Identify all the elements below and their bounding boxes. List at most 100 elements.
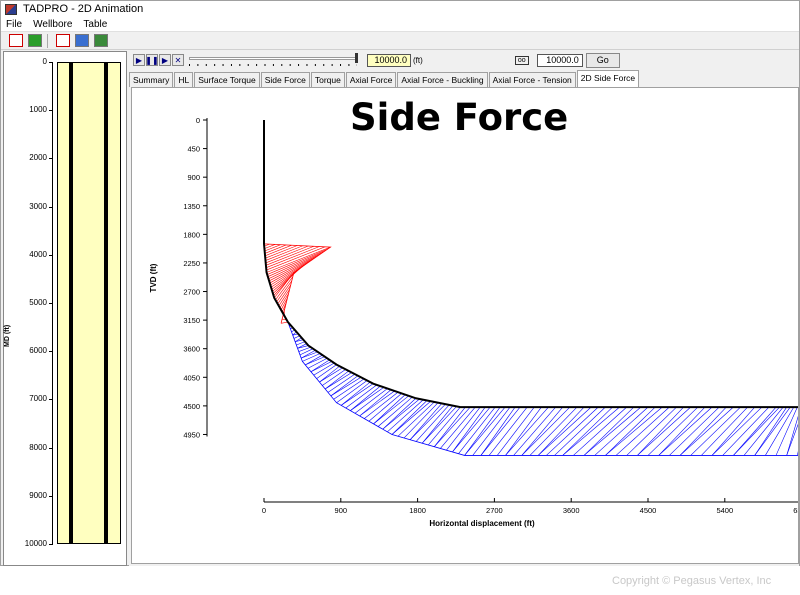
side-force-hatch-blue <box>428 406 461 446</box>
x-tick-label: 4500 <box>640 506 657 515</box>
side-force-hatch-blue <box>464 406 506 456</box>
side-force-hatch-blue <box>319 365 340 383</box>
side-force-hatch-blue <box>333 378 365 400</box>
camera-icon[interactable] <box>75 34 89 47</box>
md-tick-label: 3000 <box>29 201 47 211</box>
y-tick-label: 4950 <box>183 430 200 439</box>
side-force-hatch-blue <box>647 406 698 456</box>
y-tick-label: 450 <box>187 145 200 154</box>
x-tick-label: 0 <box>262 506 266 515</box>
x-tick-label: 5400 <box>716 506 733 515</box>
md-tick-mark <box>49 447 53 449</box>
md-tick-label: 8000 <box>29 442 47 452</box>
side-force-hatch-blue <box>513 406 556 456</box>
side-force-hatch-blue <box>637 406 691 456</box>
side-force-hatch-blue <box>446 406 481 451</box>
md-tick-mark <box>49 62 53 63</box>
tab-axial-force[interactable]: Axial Force <box>345 72 397 87</box>
x-tick-label: 1800 <box>409 506 426 515</box>
app-icon <box>5 3 17 15</box>
side-force-hatch-blue <box>797 451 798 456</box>
units-icon[interactable] <box>56 34 70 47</box>
step-back-button[interactable]: ▶ <box>133 54 145 66</box>
md-tick-label: 10000 <box>24 539 47 548</box>
slider-thumb[interactable] <box>355 53 358 63</box>
side-force-chart: Side Force 0 450 900 1350 1800 2250 2700 3150 360… <box>149 96 798 528</box>
md-tick-label: 9000 <box>29 490 47 500</box>
side-force-hatch-blue <box>387 399 424 433</box>
side-force-hatch-blue <box>786 415 798 456</box>
side-force-hatch-blue <box>403 402 439 439</box>
main-panel: ▶ ❚❚ ▶ ✕ 10000.0 (ft) oo 10000.0 Go Summ… <box>129 51 799 566</box>
tab-side-force[interactable]: Side Force <box>260 72 310 87</box>
tab-summary[interactable]: Summary <box>129 72 174 87</box>
x-tick-label: 900 <box>335 506 348 515</box>
md-tick-mark <box>49 206 53 208</box>
stop-button[interactable]: ✕ <box>172 54 184 66</box>
md-axis-label: MD (ft) <box>4 324 11 347</box>
menu-table[interactable]: Table <box>78 19 113 30</box>
side-force-hatch-blue <box>409 403 446 440</box>
tab-surface-torque[interactable]: Surface Torque <box>194 72 260 87</box>
side-force-hatch-red <box>265 245 298 259</box>
side-force-hatch-blue <box>301 350 316 359</box>
side-force-hatch-red <box>265 245 309 264</box>
depth-slider[interactable] <box>189 53 361 67</box>
tab-axial-force-tension[interactable]: Axial Force - Tension <box>488 72 576 87</box>
side-force-hatch-blue <box>775 407 798 456</box>
pause-button[interactable]: ❚❚ <box>145 54 159 66</box>
pdf-icon[interactable] <box>9 34 23 47</box>
tab-hl[interactable]: HL <box>174 72 194 87</box>
y-tick-label: 4500 <box>183 402 200 411</box>
side-force-hatch-blue <box>340 381 371 406</box>
tab-torque[interactable]: Torque <box>310 72 345 87</box>
animation-controls: ▶ ❚❚ ▶ ✕ 10000.0 (ft) oo 10000.0 Go <box>129 51 799 69</box>
side-force-hatch-blue <box>505 406 542 456</box>
export-icon[interactable] <box>94 34 108 47</box>
side-force-hatch-blue <box>743 406 784 456</box>
side-force-hatch-blue <box>377 396 413 427</box>
copyright-notice: Copyright © Pegasus Vertex, Inc <box>612 575 772 587</box>
md-tick-label: 5000 <box>29 298 47 307</box>
md-tick-mark <box>49 158 53 160</box>
play-button[interactable]: ▶ <box>159 54 171 66</box>
y-tick-label: 2250 <box>183 259 200 268</box>
goto-depth-input[interactable]: 10000.0 <box>536 53 583 67</box>
md-tick-mark <box>49 254 53 256</box>
go-button[interactable]: Go <box>585 52 620 68</box>
binoculars-icon[interactable]: oo <box>514 55 529 65</box>
plot-area: Side Force 0 450 900 1350 1800 2250 2700 3150 360… <box>131 87 799 564</box>
depth-field[interactable]: 10000.0 <box>367 53 411 67</box>
md-tick-mark <box>49 110 53 112</box>
side-force-hatch-blue <box>722 406 770 456</box>
side-force-envelope-blue <box>287 321 798 456</box>
side-force-hatch-blue <box>554 406 606 456</box>
side-force-hatch-blue <box>391 400 431 435</box>
well-path-line <box>263 120 798 409</box>
back-icon[interactable] <box>28 34 42 47</box>
y-axis-label: TVD (ft) <box>149 263 158 292</box>
side-force-hatch-blue <box>480 406 521 456</box>
md-tick-label: 2000 <box>29 153 47 163</box>
title-bar: TADPRO - 2D Animation <box>1 1 799 17</box>
slider-ticks <box>189 64 357 66</box>
md-tick-mark <box>49 303 53 304</box>
slider-track <box>189 57 357 60</box>
side-force-hatch-blue <box>299 348 314 356</box>
menu-wellbore[interactable]: Wellbore <box>28 19 78 30</box>
y-tick-label: 4050 <box>183 373 200 382</box>
side-force-hatch-blue <box>615 406 670 456</box>
window-title: TADPRO - 2D Animation <box>23 3 144 15</box>
md-tick-mark <box>49 495 53 497</box>
pipe-right-wall <box>104 63 108 543</box>
md-tick-label: 4000 <box>29 249 47 259</box>
side-force-hatch-blue <box>658 406 713 456</box>
chart-title: Side Force <box>350 96 568 139</box>
menu-file[interactable]: File <box>1 19 28 30</box>
tab-axial-force-buckling[interactable]: Axial Force - Buckling <box>397 72 488 87</box>
side-force-hatch-blue <box>537 406 585 456</box>
tab-2d-side-force[interactable]: 2D Side Force <box>576 70 640 87</box>
md-tick-label: 6000 <box>29 346 47 356</box>
side-force-hatch-red <box>266 246 326 271</box>
depth-unit: (ft) <box>413 55 423 65</box>
